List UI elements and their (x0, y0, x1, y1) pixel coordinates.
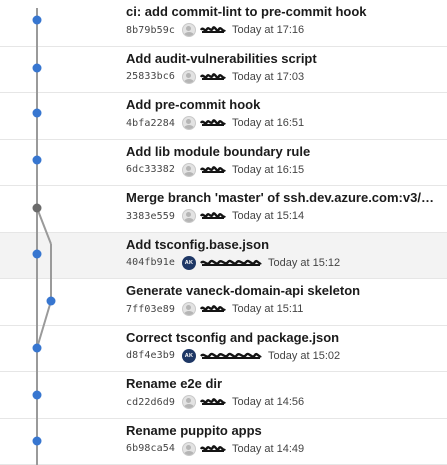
author-name-redacted (200, 257, 262, 269)
avatar-placeholder-icon (181, 116, 196, 130)
commit-hash[interactable]: 6dc33382 (126, 164, 175, 175)
commit-row[interactable]: Add pre-commit hook 4bfa2284 Today at 16… (0, 93, 447, 140)
avatar-placeholder-icon (181, 23, 196, 37)
commit-hash[interactable]: cd22d6d9 (126, 397, 175, 408)
commit-row[interactable]: ci: add commit-lint to pre-commit hook 8… (0, 0, 447, 47)
commit-meta: cd22d6d9 Today at 14:56 (126, 394, 304, 410)
commit-time: Today at 16:51 (231, 117, 305, 129)
avatar-placeholder-icon (181, 441, 196, 456)
commit-hash[interactable]: 6b98ca54 (126, 443, 175, 454)
avatar-placeholder-icon (181, 302, 196, 316)
commit-time: Today at 14:49 (231, 442, 305, 455)
commit-meta: 25833bc6 Today at 17:03 (126, 69, 304, 85)
commit-meta: 4bfa2284 Today at 16:51 (126, 115, 304, 131)
commit-meta: 7ff03e89 Today at 15:11 (126, 301, 303, 317)
commit-meta: d8f4e3b9 AK Today at 15:02 (126, 348, 340, 364)
author-name-redacted (199, 164, 226, 176)
commit-hash[interactable]: d8f4e3b9 (126, 350, 175, 361)
commit-title: ci: add commit-lint to pre-commit hook (126, 4, 367, 19)
commit-time: Today at 16:15 (231, 163, 305, 176)
commit-title: Generate vaneck-domain-api skeleton (126, 283, 361, 298)
commit-meta: 6dc33382 Today at 16:15 (126, 162, 304, 178)
commit-hash[interactable]: 3383e559 (126, 211, 175, 222)
commit-title: Add audit-vulnerabilities script (126, 50, 317, 66)
commit-time: Today at 15:14 (231, 210, 305, 222)
commit-time: Today at 15:12 (267, 256, 341, 269)
author-name-redacted (199, 117, 226, 129)
author-name-redacted (199, 443, 226, 455)
commit-meta: 404fb91e AK Today at 15:12 (126, 255, 340, 271)
commit-row-selected[interactable]: Add tsconfig.base.json 404fb91e AK Today… (0, 232, 447, 279)
commit-row[interactable]: Generate vaneck-domain-api skeleton 7ff0… (0, 279, 447, 326)
commit-row[interactable]: Correct tsconfig and package.json d8f4e3… (0, 326, 447, 372)
author-name-redacted (199, 24, 226, 36)
commit-hash[interactable]: 404fb91e (126, 257, 175, 268)
commit-title: Add lib module boundary rule (126, 143, 311, 159)
commit-meta: 8b79b59c Today at 17:16 (126, 22, 304, 38)
commit-list: ci: add commit-lint to pre-commit hook 8… (0, 0, 447, 465)
commit-hash[interactable]: 8b79b59c (126, 25, 175, 36)
avatar-initials: AK (181, 255, 196, 270)
commit-meta: 3383e559 Today at 15:14 (126, 208, 304, 224)
author-name-redacted (199, 303, 226, 315)
commit-title: Add tsconfig.base.json (126, 236, 270, 252)
commit-row[interactable]: Rename puppito apps 6b98ca54 Today at 14… (0, 419, 447, 465)
commit-row[interactable]: Rename e2e dir cd22d6d9 Today at 14:56 (0, 372, 447, 419)
avatar-placeholder-icon (181, 162, 196, 177)
avatar-placeholder-icon (181, 209, 196, 223)
commit-time: Today at 17:03 (231, 70, 305, 83)
commit-hash[interactable]: 4bfa2284 (126, 118, 175, 129)
commit-title: Merge branch 'master' of ssh.dev.azure.c… (126, 190, 437, 205)
author-name-redacted (200, 350, 262, 362)
commit-title: Add pre-commit hook (126, 97, 261, 112)
commit-row[interactable]: Add audit-vulnerabilities script 25833bc… (0, 47, 447, 93)
author-name-redacted (199, 210, 226, 222)
commit-row[interactable]: Merge branch 'master' of ssh.dev.azure.c… (0, 186, 447, 233)
avatar-placeholder-icon (181, 69, 196, 84)
commit-title: Rename puppito apps (126, 422, 262, 438)
commit-hash[interactable]: 25833bc6 (126, 71, 175, 82)
avatar-initials: AK (181, 348, 196, 363)
commit-time: Today at 17:16 (231, 24, 305, 36)
commit-time: Today at 15:11 (231, 303, 304, 315)
commit-title: Rename e2e dir (126, 376, 223, 391)
commit-title: Correct tsconfig and package.json (126, 329, 340, 345)
commit-meta: 6b98ca54 Today at 14:49 (126, 441, 304, 457)
commit-time: Today at 15:02 (267, 349, 341, 362)
commit-time: Today at 14:56 (231, 396, 305, 408)
avatar-placeholder-icon (181, 395, 196, 409)
author-name-redacted (199, 71, 226, 83)
author-name-redacted (199, 396, 226, 408)
commit-row[interactable]: Add lib module boundary rule 6dc33382 To… (0, 140, 447, 186)
commit-hash[interactable]: 7ff03e89 (126, 304, 175, 315)
